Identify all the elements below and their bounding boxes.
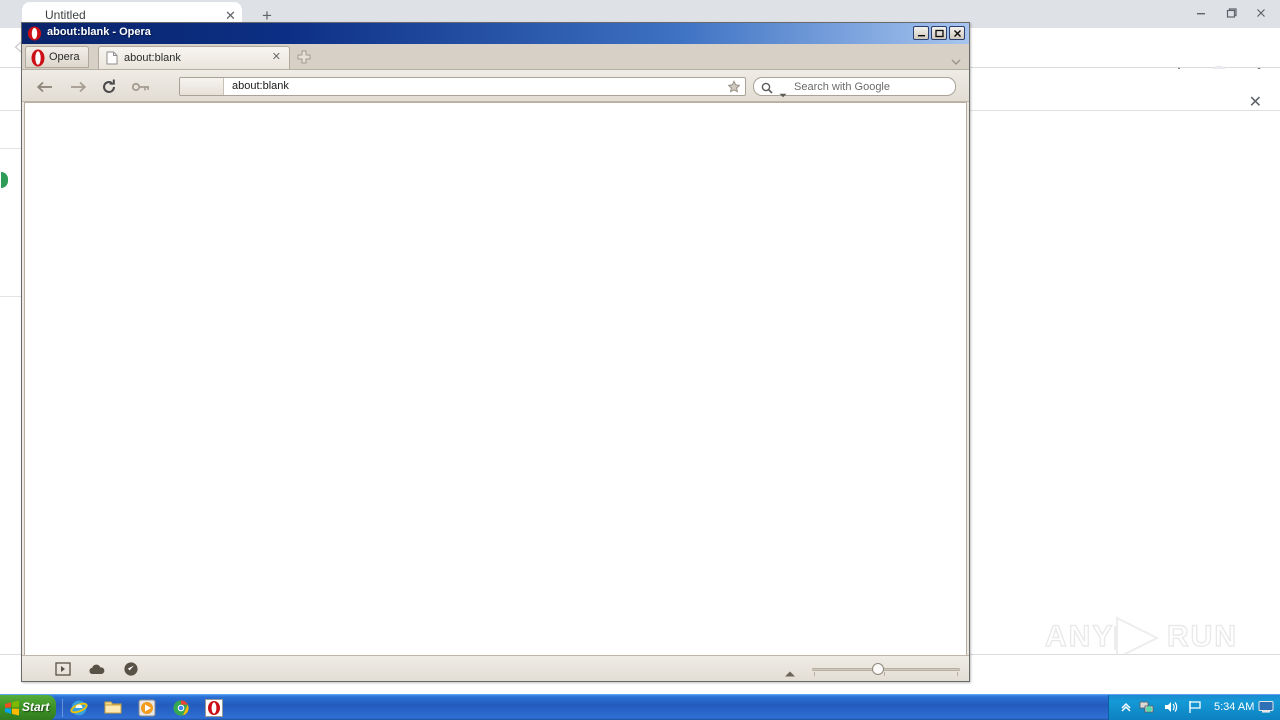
chrome-window-controls <box>1180 0 1276 26</box>
zoom-slider[interactable] <box>812 662 960 676</box>
show-desktop-icon[interactable] <box>1258 700 1274 714</box>
back-arrow-icon[interactable] <box>36 78 54 96</box>
address-bar[interactable]: about:blank <box>179 77 746 96</box>
opera-logo-icon <box>30 49 46 67</box>
opera-tab-label: about:blank <box>124 52 181 64</box>
start-button-label: Start <box>22 700 50 714</box>
zoom-tick <box>884 672 885 676</box>
opera-tab-list-chevron-down-icon[interactable] <box>951 53 961 65</box>
search-input-placeholder: Search with Google <box>794 81 890 93</box>
chrome-tab-title: Untitled <box>45 8 86 22</box>
opera-maximize-button[interactable] <box>931 26 947 40</box>
page-favicon-icon <box>106 51 118 65</box>
start-button[interactable]: Start <box>0 695 56 720</box>
search-engine-chevron-down-icon[interactable] <box>779 85 787 98</box>
system-tray: 5:34 AM <box>1108 695 1280 720</box>
windows-taskbar: Start 5:34 AM <box>0 694 1280 720</box>
screen: Untitled ✕ + ✕ ANY RUN about:blank - Ope… <box>0 0 1280 720</box>
opera-logo-icon <box>27 26 42 41</box>
opera-window-title: about:blank - Opera <box>47 26 151 38</box>
speeddial-icon[interactable] <box>122 661 140 677</box>
chrome-tab-close-icon[interactable]: ✕ <box>225 9 236 22</box>
chrome-minimize-icon[interactable] <box>1186 1 1216 25</box>
address-bar-badge <box>180 78 224 95</box>
page-divider <box>0 148 22 149</box>
opera-tab[interactable]: about:blank ✕ <box>98 46 290 69</box>
opera-menu-button[interactable]: Opera <box>25 46 89 68</box>
page-divider <box>0 296 22 297</box>
zoom-tick <box>814 672 815 676</box>
reload-icon[interactable] <box>100 78 118 96</box>
opera-new-tab-icon[interactable] <box>297 50 311 64</box>
opera-minimize-button[interactable] <box>913 26 929 40</box>
panel-toggle-icon[interactable] <box>54 661 72 677</box>
quick-launch-folder-icon[interactable] <box>104 699 122 717</box>
opera-close-button[interactable] <box>949 26 965 40</box>
search-box[interactable]: Search with Google <box>753 77 956 98</box>
zoom-slider-thumb[interactable] <box>872 663 884 675</box>
opera-tab-close-icon[interactable]: ✕ <box>272 51 281 64</box>
quick-launch-media-player-icon[interactable] <box>138 699 156 717</box>
key-icon[interactable] <box>132 78 150 96</box>
taskbar-separator <box>62 699 63 717</box>
status-chevron-up-icon[interactable] <box>784 665 796 677</box>
opera-browser-window: about:blank - Opera Opera about:blank ✕ … <box>21 22 970 682</box>
opera-page-viewport <box>24 102 967 674</box>
opera-title-bar[interactable]: about:blank - Opera <box>22 23 969 44</box>
opera-navigation-bar: about:blank Search with Google <box>22 70 969 102</box>
address-bar-star-icon[interactable] <box>727 80 741 94</box>
tray-network-icon[interactable] <box>1139 700 1155 716</box>
search-icon <box>761 81 773 94</box>
zoom-tick <box>957 672 958 676</box>
zoom-slider-track <box>812 668 960 671</box>
cloud-icon[interactable] <box>88 661 106 677</box>
tray-clock[interactable]: 5:34 AM <box>1214 701 1254 713</box>
quick-launch-chrome-icon[interactable] <box>172 699 190 717</box>
forward-arrow-icon[interactable] <box>69 78 87 96</box>
opera-menu-button-label: Opera <box>49 51 80 63</box>
chrome-restore-icon[interactable] <box>1216 1 1246 25</box>
tray-flag-icon[interactable] <box>1187 700 1203 716</box>
tray-chevron-up-icon[interactable] <box>1119 700 1135 716</box>
quick-launch-opera-icon[interactable] <box>205 699 223 717</box>
windows-logo-icon <box>4 700 20 716</box>
address-bar-value: about:blank <box>232 80 289 92</box>
quick-launch-internet-explorer-icon[interactable] <box>70 699 88 717</box>
chrome-close-icon[interactable] <box>1246 1 1276 25</box>
tray-volume-icon[interactable] <box>1163 700 1179 716</box>
notification-close-icon[interactable]: ✕ <box>1249 95 1262 111</box>
opera-status-bar <box>22 655 969 681</box>
opera-tab-bar: Opera about:blank ✕ <box>22 44 969 70</box>
